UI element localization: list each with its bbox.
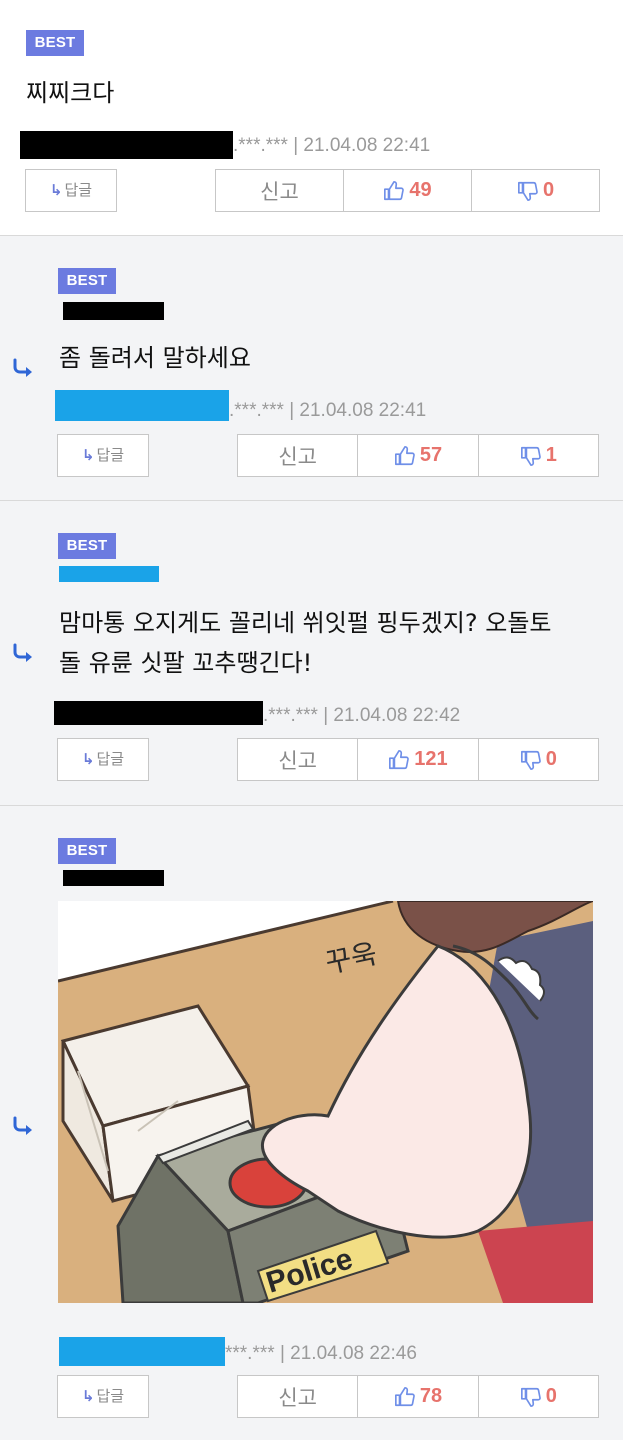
thumbs-up-icon [394,1386,415,1406]
ip-address: .***.*** [263,705,318,726]
reply-thread-arrow-icon [13,643,32,662]
thumbs-down-icon [520,446,541,466]
comment-text-line: 돌 유륜 싯팔 꼬추땡긴다! [59,649,313,677]
like-count: 49 [409,179,432,201]
ip-address: .***.*** [233,135,288,156]
report-label: 신고 [278,748,317,773]
redacted-username [63,870,164,886]
redacted-username [20,131,233,159]
thumbs-up-icon [389,749,410,769]
report-label: 신고 [260,179,299,204]
report-button[interactable]: 신고 [238,435,357,476]
thumbs-down-icon [520,1387,541,1407]
comment-text-line: 맘마통 오지게도 꼴리네 쒸잇펄 핑두겠지? 오돌토 [59,609,552,637]
timestamp: 21.04.08 22:42 [333,705,461,726]
reply-label: 답글 [96,750,125,768]
redacted-username-blue [59,566,159,582]
like-button[interactable]: 57 [357,435,477,476]
dislike-count: 0 [545,1385,557,1407]
reply-label: 답글 [96,446,125,464]
redacted-username-blue [55,390,229,421]
comment-text: 맘마통 오지게도 꼴리네 쒸잇펄 핑두겠지? 오돌토 돌 유륜 싯팔 꼬추땡긴다… [59,603,551,683]
reply-button[interactable]: ↳ 답글 [57,434,149,477]
like-button[interactable]: 78 [357,1376,477,1417]
comment-text: 찌찌크다 [26,79,115,107]
dislike-button[interactable]: 0 [471,170,599,211]
action-button-group: 신고 57 1 [237,434,599,477]
reply-button[interactable]: ↳ 답글 [25,169,117,212]
thumbs-up-icon [394,445,415,465]
report-button[interactable]: 신고 [238,739,357,780]
dislike-count: 0 [545,748,557,770]
reply-thread-arrow-icon [13,1116,32,1135]
like-count: 121 [414,748,448,770]
best-badge: BEST [26,30,84,56]
redacted-username-blue [59,1337,225,1366]
dislike-button[interactable]: 0 [477,739,598,780]
like-count: 57 [419,444,443,466]
best-badge: BEST [58,533,116,559]
dislike-button[interactable]: 0 [477,1376,598,1417]
report-label: 신고 [278,444,317,469]
meta-separator: | [289,400,295,421]
like-button[interactable]: 49 [343,170,471,211]
meta-separator: | [279,1343,285,1364]
reply-arrow-icon: ↳ [81,446,95,464]
comment-meta: .***.*** | 21.04.08 22:41 [229,400,426,422]
comment-3: BEST 맘마통 오지게도 꼴리네 쒸잇펄 핑두겠지? 오돌토 돌 유륜 싯팔 … [0,501,623,806]
like-count: 78 [419,1385,443,1407]
reply-button[interactable]: ↳ 답글 [57,1375,149,1418]
thumbs-down-icon [517,181,538,201]
ip-address: ***.*** [225,1343,275,1364]
dislike-count: 1 [545,444,557,466]
report-button[interactable]: 신고 [238,1376,357,1417]
reply-arrow-icon: ↳ [81,1387,95,1405]
best-badge: BEST [58,838,116,864]
meta-separator: | [323,705,329,726]
reply-arrow-icon: ↳ [81,750,95,768]
comment-meta: .***.*** | 21.04.08 22:42 [263,705,460,727]
action-button-group: 신고 49 0 [215,169,600,212]
best-badge: BEST [58,268,116,294]
police-button-cartoon: Police 꾸욱 [58,901,593,1303]
thumbs-down-icon [520,750,541,770]
comment-meta: .***.*** | 21.04.08 22:41 [233,135,430,157]
comment-image[interactable]: Police 꾸욱 [58,901,593,1303]
timestamp: 21.04.08 22:46 [290,1343,417,1364]
reply-button[interactable]: ↳ 답글 [57,738,149,781]
comment-meta: ***.*** | 21.04.08 22:46 [225,1343,417,1365]
reply-thread-arrow-icon [13,358,32,377]
reply-label: 답글 [96,1387,125,1405]
timestamp: 21.04.08 22:41 [303,135,431,156]
timestamp: 21.04.08 22:41 [299,400,427,421]
thumbs-up-icon [384,180,405,200]
action-button-group: 신고 121 0 [237,738,599,781]
redacted-username [54,701,263,725]
action-button-group: 신고 78 0 [237,1375,599,1418]
reply-arrow-icon: ↳ [49,181,63,199]
reply-label: 답글 [64,181,93,199]
report-button[interactable]: 신고 [216,170,343,211]
comment-text: 좀 돌려서 말하세요 [59,344,251,372]
redacted-username [63,302,164,320]
ip-address: .***.*** [229,400,284,421]
dislike-button[interactable]: 1 [477,435,598,476]
like-button[interactable]: 121 [357,739,477,780]
report-label: 신고 [278,1385,317,1410]
meta-separator: | [293,135,299,156]
comment-2: BEST 좀 돌려서 말하세요 .***.*** | 21.04.08 22:4… [0,236,623,501]
dislike-count: 0 [542,179,555,201]
comment-1: BEST 찌찌크다 .***.*** | 21.04.08 22:41 ↳ 답글 … [0,0,623,236]
